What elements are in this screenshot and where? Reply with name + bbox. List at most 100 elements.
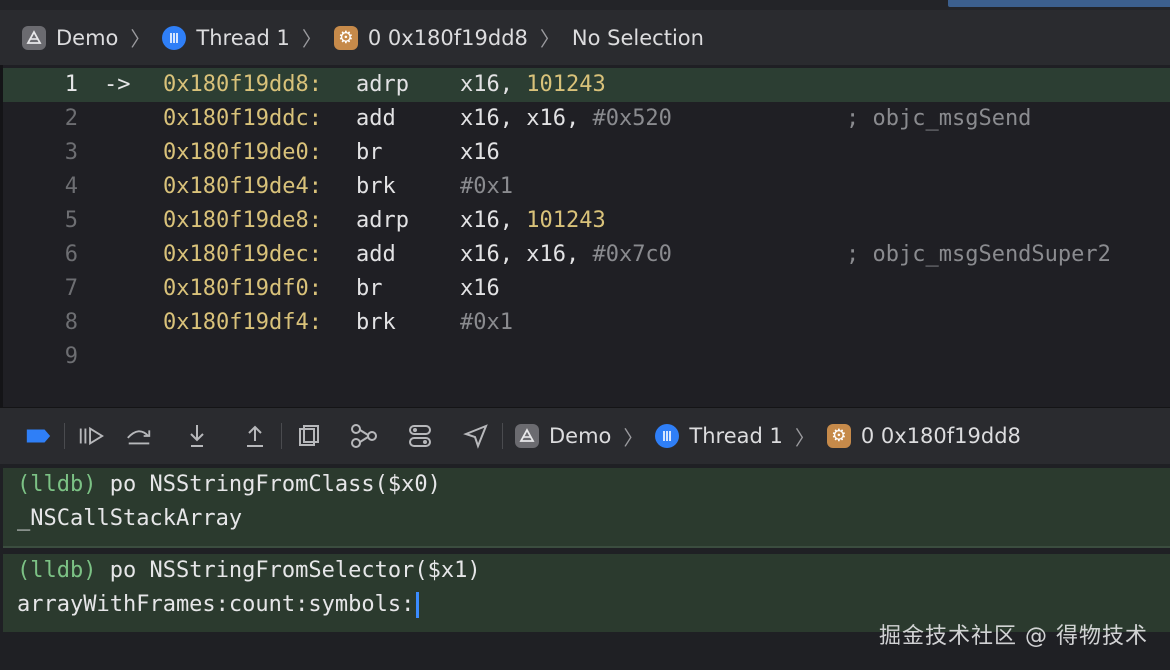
instruction-mnemonic: br [356, 140, 383, 165]
jumpbar-app[interactable]: Demo [22, 25, 118, 50]
toolbar-divider [502, 423, 503, 449]
operand-registers: x16, [460, 208, 527, 233]
instruction-address: 0x180f19de4: [163, 174, 322, 199]
instruction-mnemonic: adrp [356, 208, 409, 233]
gear-icon: ⚙ [333, 25, 358, 50]
disassembly-line[interactable]: 3 0x180f19de0: br x16 [0, 136, 1170, 170]
memory-graph-icon[interactable] [350, 422, 378, 450]
simulate-location-icon[interactable] [462, 422, 490, 450]
line-number: 7 [64, 276, 78, 301]
operand-registers: x16, x16, [460, 242, 593, 267]
disassembly-line[interactable]: 2 0x180f19ddc: add x16, x16, #0x520 ; objc_m… [0, 102, 1170, 136]
view-hierarchy-icon[interactable] [294, 422, 322, 450]
jumpbar-selection[interactable]: No Selection [572, 26, 704, 50]
text-cursor [416, 592, 420, 618]
instruction-mnemonic: brk [356, 174, 396, 199]
disassembly-line[interactable]: 1 -> 0x180f19dd8: adrp x16, 101243 [0, 68, 1170, 102]
line-number: 2 [64, 106, 78, 131]
toolbar-divider [281, 423, 282, 449]
jumpbar-selection-label: No Selection [571, 25, 704, 50]
console-output: arrayWithFrames:count:symbols: [17, 592, 415, 617]
continue-icon[interactable] [77, 422, 105, 450]
instruction-address: 0x180f19ddc: [163, 106, 322, 131]
step-over-icon[interactable] [125, 422, 153, 450]
debugbar-thread-label: Thread 1 [689, 424, 783, 448]
operand-immediate: #0x7c0 [592, 242, 672, 267]
line-number: 6 [64, 242, 78, 267]
instruction-address: 0x180f19dd8: [163, 72, 322, 97]
instruction-operands: x16, 101243 [460, 68, 606, 102]
operand-number: 101243 [526, 72, 606, 97]
debugbar-app[interactable]: Demo [515, 424, 611, 448]
instruction-mnemonic: add [356, 106, 396, 131]
disassembly-line[interactable]: 7 0x180f19df0: br x16 [0, 272, 1170, 306]
step-into-icon[interactable] [183, 422, 211, 450]
instruction-address: 0x180f19dec: [163, 242, 322, 267]
debugbar-frame[interactable]: ⚙ 0 0x180f19dd8 [826, 424, 1021, 448]
line-number: 9 [64, 344, 78, 369]
app-icon [515, 424, 539, 448]
operand-registers: x16 [460, 140, 500, 165]
jumpbar-frame-label: 0 0x180f19dd8 [367, 25, 528, 50]
instruction-address: 0x180f19df0: [163, 276, 322, 301]
lldb-console[interactable]: (lldb) po NSStringFromClass($x0) _NSCall… [0, 464, 1170, 670]
line-number: 4 [64, 174, 78, 199]
disassembly-line[interactable]: 6 0x180f19dec: add x16, x16, #0x7c0 ; objc_m… [0, 238, 1170, 272]
instruction-mnemonic: adrp [356, 72, 409, 97]
instruction-address: 0x180f19df4: [163, 310, 322, 335]
jumpbar-thread[interactable]: Thread 1 [162, 25, 290, 50]
instruction-address: 0x180f19de8: [163, 208, 322, 233]
window-top-strip [0, 0, 1170, 10]
chevron-right-icon: 〉 [623, 425, 644, 450]
jumpbar-thread-label: Thread 1 [196, 25, 290, 50]
disassembly-line[interactable]: 4 0x180f19de4: brk #0x1 [0, 170, 1170, 204]
operand-immediate: #0x1 [460, 174, 513, 199]
operand-registers: x16 [460, 276, 500, 301]
operand-registers: x16, [460, 72, 527, 97]
console-command: po NSStringFromSelector($x1) [96, 558, 481, 583]
console-command: po NSStringFromClass($x0) [96, 472, 441, 497]
instruction-address: 0x180f19de0: [163, 140, 322, 165]
watermark: 掘金技术社区 @ 得物技术 [879, 624, 1148, 649]
instruction-operands: x16, x16, #0x7c0 [460, 238, 672, 272]
lldb-prompt: (lldb) [17, 558, 97, 583]
line-number: 3 [64, 140, 78, 165]
disassembly-editor[interactable]: 1 -> 0x180f19dd8: adrp x16, 101243 2 0x180f19d… [0, 65, 1170, 407]
instruction-comment: ; objc_msgSendSuper2 [846, 242, 1111, 267]
operand-number: 101243 [526, 208, 606, 233]
step-out-icon[interactable] [241, 422, 269, 450]
chevron-right-icon: 〉 [794, 425, 815, 450]
instruction-mnemonic: br [356, 276, 383, 301]
operand-immediate: #0x1 [460, 310, 513, 335]
environment-overrides-icon[interactable] [406, 422, 434, 450]
line-number: 1 [64, 72, 78, 97]
chevron-right-icon: 〉 [539, 27, 560, 51]
instruction-operands: #0x1 [460, 170, 513, 204]
console-divider [3, 546, 1170, 548]
editor-jump-bar: Demo 〉 Thread 1 〉 ⚙ 0 0x180f19dd8 〉 No S… [0, 10, 1170, 65]
console-output-line[interactable]: arrayWithFrames:count:symbols: [3, 588, 1170, 622]
instruction-operands: x16 [460, 272, 500, 306]
instruction-operands: x16, 101243 [460, 204, 606, 238]
console-command-line: (lldb) po NSStringFromClass($x0) [3, 468, 1170, 502]
disassembly-line[interactable]: 9 [0, 340, 1170, 374]
chevron-right-icon: 〉 [130, 27, 151, 51]
operand-immediate: #0x520 [592, 106, 672, 131]
disassembly-line[interactable]: 5 0x180f19de8: adrp x16, 101243 [0, 204, 1170, 238]
breakpoints-toggle-icon[interactable] [24, 422, 52, 450]
selected-tab-strip[interactable] [948, 0, 1170, 7]
instruction-operands: x16, x16, #0x520 [460, 102, 672, 136]
console-entry: (lldb) po NSStringFromClass($x0) _NSCall… [3, 468, 1170, 548]
toolbar-divider [64, 423, 65, 449]
line-number: 8 [64, 310, 78, 335]
instruction-mnemonic: add [356, 242, 396, 267]
debugbar-thread[interactable]: Thread 1 [655, 424, 783, 448]
app-icon [22, 25, 46, 50]
instruction-mnemonic: brk [356, 310, 396, 335]
lldb-prompt: (lldb) [17, 472, 97, 497]
gear-icon: ⚙ [826, 424, 851, 448]
disassembly-line[interactable]: 8 0x180f19df4: brk #0x1 [0, 306, 1170, 340]
jumpbar-frame[interactable]: ⚙ 0 0x180f19dd8 [333, 25, 528, 50]
editor-left-edge [0, 65, 3, 407]
instruction-operands: #0x1 [460, 306, 513, 340]
